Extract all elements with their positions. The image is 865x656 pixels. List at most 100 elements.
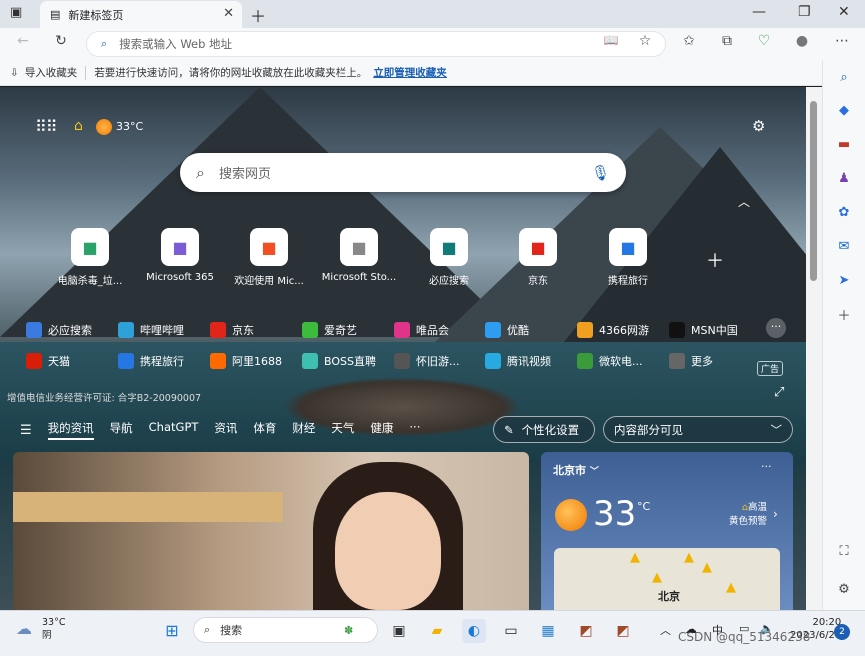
sidebar-screenshot-icon[interactable]: ⛶	[834, 542, 854, 562]
edge-icon[interactable]: ◐	[462, 619, 486, 643]
site-link[interactable]: 更多	[669, 353, 713, 369]
watermark: CSDN @qq_51346238	[678, 630, 811, 644]
quick-link[interactable]: ■ 欢迎使用 Mic...	[224, 228, 314, 287]
quick-link[interactable]: ■ 必应搜索	[404, 228, 494, 287]
feed-tab[interactable]: 我的资讯	[47, 420, 94, 440]
weather-city[interactable]: 北京市 ﹀	[553, 462, 599, 478]
content-visibility-select[interactable]: 内容部分可见 ﹀	[603, 416, 793, 443]
new-tab-button[interactable]: ＋	[250, 3, 266, 27]
weather-more-icon[interactable]: ···	[761, 460, 772, 473]
taskbar-weather[interactable]: 33°C 阴	[42, 616, 65, 642]
links-more-icon[interactable]: ···	[766, 318, 786, 338]
quick-link[interactable]: ■ 电脑杀毒_垃...	[45, 228, 135, 287]
quick-link[interactable]: ■ 携程旅行	[583, 228, 673, 287]
sidebar-outlook-icon[interactable]: ✉	[834, 237, 854, 257]
license-text[interactable]: 增值电信业务经营许可证: 合字B2-20090007	[7, 390, 201, 404]
sidebar-search-icon[interactable]: ⌕	[834, 68, 854, 88]
site-link[interactable]: MSN中国	[669, 322, 738, 338]
site-link[interactable]: 哔哩哔哩	[118, 322, 184, 338]
taskbar-search[interactable]: ⌕ 搜索 ✽	[193, 617, 378, 643]
scrollbar-thumb[interactable]	[810, 101, 817, 281]
weather-card[interactable]: 北京市 ﹀ ··· 33 °C ⌂高温 黄色预警 › ▲ ▲ ▲ ▲ ▲ 北京	[541, 452, 793, 610]
app-box-icon[interactable]: ◩	[574, 619, 598, 643]
sidebar-m365-icon[interactable]: ✿	[834, 203, 854, 223]
quick-link[interactable]: ■ 京东	[493, 228, 583, 287]
feed-tab[interactable]: 体育	[253, 420, 276, 440]
site-link[interactable]: 优酷	[485, 322, 529, 338]
favorites-icon[interactable]: ✩	[678, 33, 700, 49]
site-link[interactable]: 阿里1688	[210, 353, 282, 369]
import-favorites-button[interactable]: 导入收藏夹	[25, 65, 78, 80]
header-temperature[interactable]: 33°C	[116, 120, 143, 133]
personalize-button[interactable]: ✎ 个性化设置	[493, 416, 595, 443]
sidebar-settings-icon[interactable]: ⚙	[834, 580, 854, 600]
close-tab-icon[interactable]: ✕	[223, 6, 234, 21]
scrollbar[interactable]	[806, 87, 822, 610]
apps-grid-icon[interactable]: ⠿⠿	[35, 117, 57, 136]
favorite-star-icon[interactable]: ☆	[634, 33, 656, 49]
heat-alert-icon[interactable]: ⌂	[74, 118, 83, 134]
feed-tab[interactable]: ChatGPT	[149, 420, 199, 440]
chevron-right-icon[interactable]: ›	[773, 507, 778, 521]
site-link-label: 唯品会	[416, 324, 449, 337]
task-view-icon[interactable]: ▣	[387, 619, 411, 643]
sidebar-tools-icon[interactable]: ▬	[834, 135, 854, 155]
back-icon[interactable]: ←	[12, 33, 34, 49]
collapse-chevron-icon[interactable]: ︿	[738, 193, 750, 210]
sidebar-games-icon[interactable]: ♟	[834, 169, 854, 189]
file-explorer-icon[interactable]: ▰	[425, 619, 449, 643]
site-link[interactable]: BOSS直聘	[302, 353, 376, 369]
address-bar[interactable]: ⌕ 搜索或输入 Web 地址	[86, 31, 666, 57]
site-link[interactable]: 爱奇艺	[302, 322, 357, 338]
page-settings-icon[interactable]: ⚙	[752, 117, 765, 135]
tray-chevron-icon[interactable]: ︿	[660, 622, 671, 638]
menu-icon[interactable]: ☰	[20, 423, 32, 438]
ctrip-icon: ■	[609, 228, 647, 266]
control-panel-icon[interactable]: ▦	[536, 619, 560, 643]
news-card[interactable]	[13, 452, 529, 610]
site-link[interactable]: 携程旅行	[118, 353, 184, 369]
feed-tab[interactable]: 天气	[331, 420, 354, 440]
terminal-icon[interactable]: ▭	[499, 619, 523, 643]
sidebar-shopping-icon[interactable]: ◆	[834, 101, 854, 121]
manage-favorites-link[interactable]: 立即管理收藏夹	[373, 65, 447, 80]
heat-warning[interactable]: ⌂高温 黄色预警	[729, 501, 767, 529]
restore-icon[interactable]: ❐	[798, 4, 811, 20]
refresh-icon[interactable]: ↻	[50, 33, 72, 49]
expand-icon[interactable]: ⤢	[774, 385, 784, 400]
reading-view-icon[interactable]: 📖	[600, 33, 622, 47]
start-icon[interactable]: ⊞	[160, 619, 184, 643]
web-search-box[interactable]: ⌕ 搜索网页 🎙	[180, 153, 626, 192]
feed-tab[interactable]: 资讯	[214, 420, 237, 440]
collections-icon[interactable]: ⧉	[716, 33, 738, 49]
add-quick-link-icon[interactable]: ＋	[706, 247, 724, 273]
feed-tab[interactable]: 财经	[292, 420, 315, 440]
site-link[interactable]: 4366网游	[577, 322, 649, 338]
site-link[interactable]: 怀旧游...	[394, 353, 460, 369]
site-link[interactable]: 腾讯视频	[485, 353, 551, 369]
quick-link[interactable]: ■ Microsoft Sto...	[314, 228, 404, 283]
profile-icon[interactable]: ●	[791, 33, 813, 49]
notification-badge[interactable]: 2	[834, 624, 850, 640]
feed-tab[interactable]: 健康	[370, 420, 393, 440]
sidebar-send-icon[interactable]: ➤	[834, 271, 854, 291]
feed-tab[interactable]: ···	[409, 420, 420, 440]
browser-essentials-icon[interactable]: ♡	[753, 33, 775, 49]
feed-tab[interactable]: 导航	[110, 420, 133, 440]
site-link[interactable]: 微软电...	[577, 353, 643, 369]
sidebar-add-icon[interactable]: ＋	[834, 307, 854, 327]
site-link[interactable]: 天猫	[26, 353, 70, 369]
quick-link[interactable]: ■ Microsoft 365	[135, 228, 225, 283]
weather-map[interactable]: ▲ ▲ ▲ ▲ ▲ 北京	[554, 548, 780, 610]
search-placeholder: 搜索网页	[218, 167, 271, 182]
tab-actions-icon[interactable]: ▣	[10, 5, 22, 20]
site-link[interactable]: 唯品会	[394, 322, 449, 338]
tab-new-tab[interactable]: ▤ 新建标签页 ✕	[40, 1, 242, 28]
close-window-icon[interactable]: ✕	[838, 4, 850, 20]
minimize-icon[interactable]: —	[752, 4, 766, 20]
more-menu-icon[interactable]: ⋯	[831, 33, 853, 49]
microphone-icon[interactable]: 🎙	[591, 164, 610, 182]
app-box-icon[interactable]: ◩	[611, 619, 635, 643]
site-link[interactable]: 必应搜索	[26, 322, 92, 338]
site-link[interactable]: 京东	[210, 322, 254, 338]
